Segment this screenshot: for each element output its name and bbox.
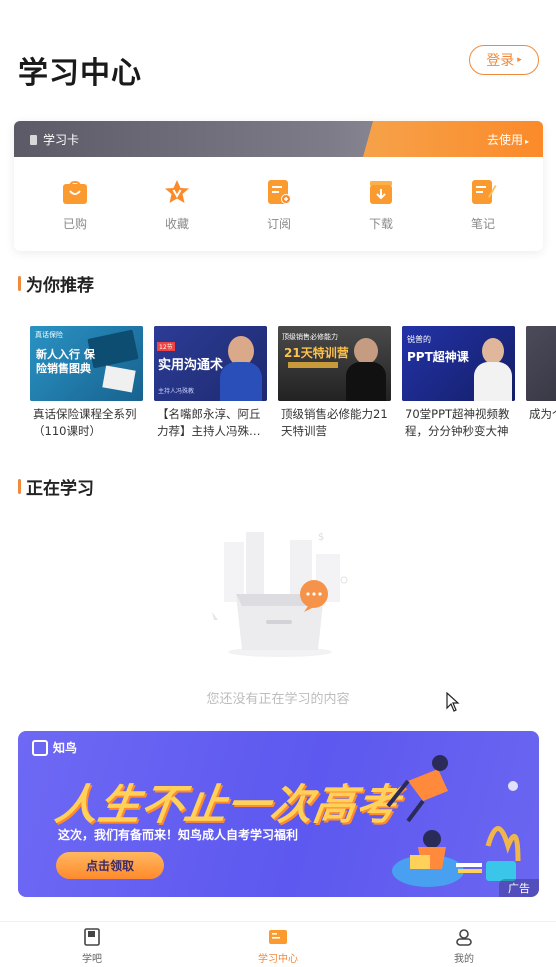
cursor-icon	[446, 692, 460, 712]
course-card[interactable]: 12节 实用沟通术 主持人冯殊教 【名嘴郎永淳、阿丘力荐】主持人冯殊…	[154, 326, 267, 442]
course-thumbnail: 锐普的 PPT超神课	[402, 326, 515, 401]
course-title: 【名嘴郎永淳、阿丘力荐】主持人冯殊…	[157, 407, 261, 438]
course-card[interactable]: 锐普的 PPT超神课 70堂PPT超神视频教程，分分钟秒变大神	[402, 326, 515, 442]
course-thumbnail: 顶级销售必修能力 21天特训营	[278, 326, 391, 401]
quick-item-subscribe[interactable]: 订阅	[249, 179, 309, 232]
course-title: 成为个	[529, 407, 556, 421]
course-title: 70堂PPT超神视频教程，分分钟秒变大神	[405, 407, 510, 438]
ad-tag: 广告	[499, 879, 539, 897]
course-thumbnail: 12节 实用沟通术 主持人冯殊教	[154, 326, 267, 401]
quick-item-favorites[interactable]: 收藏	[147, 179, 207, 232]
subscribe-icon	[265, 179, 293, 205]
course-card[interactable]: 顶级销售必修能力 21天特训营 顶级销售必修能力21天特训营	[278, 326, 391, 442]
bottom-tab-bar: 学吧 学习中心 我的	[0, 921, 556, 967]
download-icon	[367, 179, 395, 205]
profile-icon	[455, 928, 473, 946]
claim-button[interactable]: 点击领取	[56, 852, 164, 879]
study-card: 学习卡 去使用 ▸ 已购 收藏 订阅 下载 笔记	[14, 121, 543, 251]
recommend-section-title: 为你推荐	[18, 271, 94, 296]
zhiniao-logo: 知鸟	[32, 739, 77, 756]
tab-study-center[interactable]: 学习中心	[238, 928, 318, 965]
chevron-right-icon: ▸	[524, 137, 529, 146]
svg-text:$: $	[318, 532, 324, 543]
course-card[interactable]: 真话保险 新人入行 保险销售图典 真话保险课程全系列（110课时）	[30, 326, 143, 442]
ad-subtitle: 这次，我们有备而来！知鸟成人自考学习福利	[58, 828, 299, 842]
card-icon	[30, 134, 37, 145]
course-thumbnail: 真话保险 新人入行 保险销售图典	[30, 326, 143, 401]
study-card-banner: 学习卡 去使用 ▸	[14, 121, 543, 157]
empty-box-illustration: $	[206, 528, 354, 658]
study-center-icon	[269, 928, 287, 946]
tab-xueba[interactable]: 学吧	[52, 928, 132, 965]
chevron-right-icon: ▸	[517, 55, 522, 65]
quick-item-download[interactable]: 下载	[351, 179, 411, 232]
quick-item-purchased[interactable]: 已购	[45, 179, 105, 232]
use-card-link[interactable]: 去使用 ▸	[487, 131, 529, 148]
course-card[interactable]: 成为个	[526, 326, 556, 442]
course-title: 顶级销售必修能力21天特训营	[281, 407, 388, 438]
book-icon	[83, 928, 101, 946]
star-icon	[163, 179, 191, 205]
page-title: 学习中心	[18, 56, 142, 91]
login-button[interactable]: 登录 ▸	[469, 45, 539, 75]
tab-mine[interactable]: 我的	[424, 928, 504, 965]
study-card-label: 学习卡	[30, 131, 79, 148]
ad-headline: 人生不止一次高考	[52, 780, 404, 829]
course-thumbnail	[526, 326, 556, 401]
login-button-label: 登录	[486, 53, 515, 69]
learning-section-title: 正在学习	[18, 474, 94, 499]
ad-banner[interactable]: 知鸟 人生不止一次高考 这次，我们有备而来！知鸟成人自考学习福利 点击领取 广告	[18, 731, 539, 897]
shopping-bag-icon	[61, 179, 89, 205]
ad-illustration	[386, 755, 521, 887]
empty-state-text: 您还没有正在学习的内容	[206, 692, 350, 707]
course-title: 真话保险课程全系列（110课时）	[33, 407, 137, 438]
recommend-list: 真话保险 新人入行 保险销售图典 真话保险课程全系列（110课时） 12节 实用…	[0, 326, 556, 446]
header: 学习中心 登录 ▸	[0, 0, 556, 110]
note-icon	[469, 179, 497, 205]
quick-item-notes[interactable]: 笔记	[453, 179, 513, 232]
